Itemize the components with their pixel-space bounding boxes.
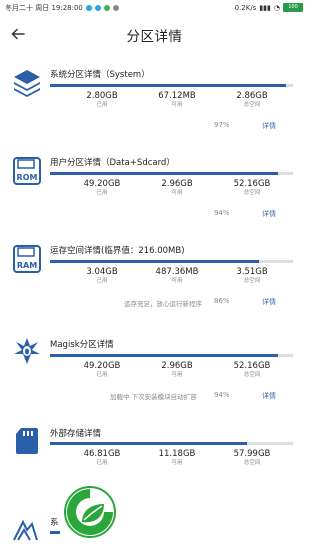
rom-icon: ROM: [13, 157, 41, 185]
status-date-time: 冬月二十 周日 19:28:00: [5, 4, 83, 12]
magisk-icon: [14, 338, 40, 364]
usage-bar: [50, 531, 60, 534]
total-stat: 3.51GB 总空间: [236, 267, 268, 284]
sd-card-icon: [16, 428, 38, 454]
usage-bar: [50, 172, 293, 175]
status-bar: 冬月二十 周日 19:28:00 0.2K/s ▮▮▮ ◔ 100: [0, 0, 309, 16]
qq-icon: [85, 5, 92, 11]
usage-percent: 94%: [214, 391, 230, 399]
detail-link[interactable]: 详情: [262, 297, 276, 307]
section-magisk: Magisk分区详情 49.20GB 已用 2.96GB 可用 52.16GB 总空间…: [0, 334, 309, 404]
page-title: 分区详情: [126, 29, 183, 45]
used-stat: 46.81GB 已用: [83, 449, 121, 466]
svg-text:RAM: RAM: [17, 261, 37, 270]
detail-link[interactable]: 详情: [262, 121, 276, 131]
wechat-icon: [103, 5, 110, 11]
free-stat: 11.18GB 可用: [158, 449, 196, 466]
section-title: Magisk分区详情: [50, 340, 114, 350]
section-external: 外部存储详情 46.81GB 已用 11.18GB 可用 57.99GB 总空间: [0, 424, 309, 479]
usage-bar: [50, 354, 293, 357]
svg-text:ROM: ROM: [17, 173, 38, 182]
used-stat: 2.80GB 已用: [86, 91, 118, 108]
usage-bar: [50, 260, 293, 263]
usage-bar: [50, 442, 293, 445]
qq-icon-2: [94, 5, 101, 11]
section-title: 系: [50, 518, 59, 528]
notification-icon: [112, 5, 119, 11]
used-stat: 3.04GB 已用: [86, 267, 118, 284]
section-title: 用户分区详情（Data+Sdcard）: [50, 158, 175, 168]
section-system: 系统分区详情（System） 2.80GB 已用 67.12MB 可用 2.86GB…: [0, 64, 309, 134]
layers-icon: [14, 70, 40, 97]
app-header: 分区详情: [0, 18, 309, 50]
total-stat: 52.16GB 总空间: [233, 361, 271, 378]
total-stat: 57.99GB 总空间: [233, 449, 271, 466]
usage-percent: 86%: [214, 297, 230, 305]
net-speed: 0.2K/s: [234, 3, 257, 12]
section-user: ROM 用户分区详情（Data+Sdcard） 49.20GB 已用 2.96GB…: [0, 152, 309, 222]
section-ram: RAM 运存空间详情(临界值：216.00MB) 3.04GB 已用 487.36…: [0, 240, 309, 310]
section-title: 外部存储详情: [50, 429, 102, 439]
section-partial: 系: [0, 510, 309, 550]
status-note: 加载中 下次安装模块自动扩容: [110, 393, 197, 401]
total-stat: 2.86GB 总空间: [236, 91, 268, 108]
free-stat: 67.12MB 可用: [158, 91, 196, 108]
used-stat: 49.20GB 已用: [83, 179, 121, 196]
partial-icon: [13, 519, 38, 541]
ram-icon: RAM: [13, 245, 41, 273]
total-stat: 52.16GB 总空间: [233, 179, 271, 196]
usage-percent: 94%: [214, 209, 230, 217]
section-title: 系统分区详情（System）: [50, 70, 150, 80]
section-title: 运存空间详情(临界值：216.00MB): [50, 246, 185, 256]
free-stat: 2.96GB 可用: [161, 361, 193, 378]
wifi-icon: ◔: [273, 3, 280, 12]
free-stat: 487.36MB 可用: [155, 267, 199, 284]
detail-link[interactable]: 详情: [262, 391, 276, 401]
used-stat: 49.20GB 已用: [83, 361, 121, 378]
usage-bar: [50, 84, 293, 87]
signal-icon: ▮▮▮: [259, 3, 271, 12]
detail-link[interactable]: 详情: [262, 209, 276, 219]
free-stat: 2.96GB 可用: [161, 179, 193, 196]
floating-leaf-button[interactable]: [64, 486, 116, 538]
status-note: 运存充足，放心运行新程序: [124, 300, 202, 308]
usage-percent: 97%: [214, 121, 230, 129]
battery-icon: 100: [283, 3, 303, 12]
